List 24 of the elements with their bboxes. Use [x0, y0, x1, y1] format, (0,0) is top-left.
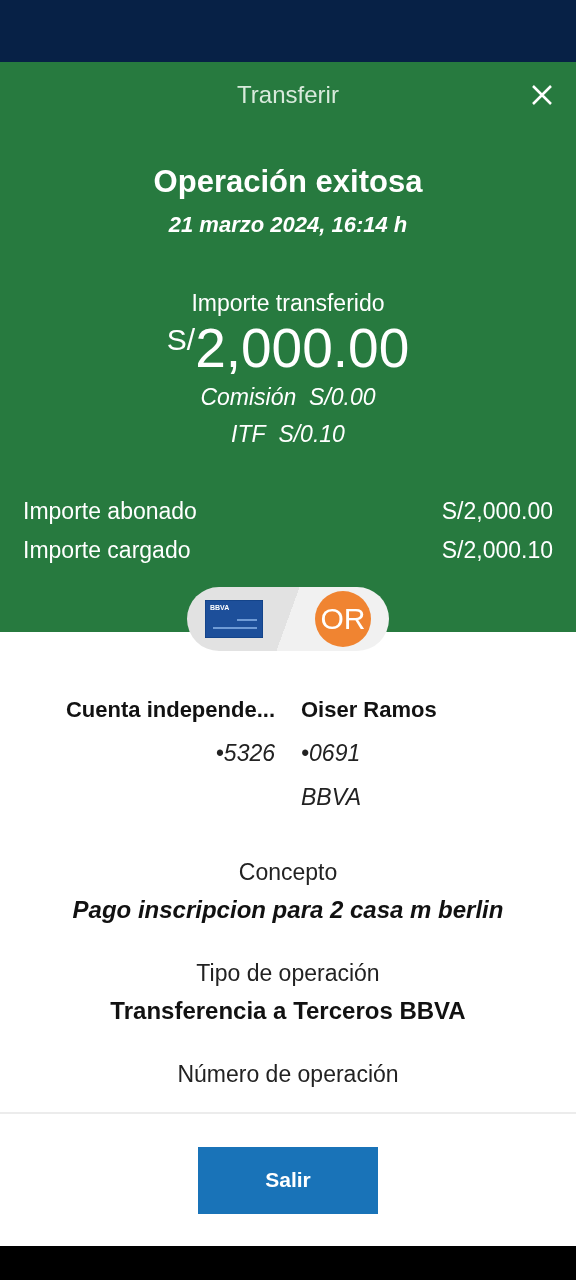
total-value: S/2,000.10: [441, 537, 553, 564]
success-heading: Operación exitosa: [153, 164, 423, 200]
detail-label: Número de operación: [177, 1061, 399, 1088]
amount-value: 2,000.00: [195, 321, 410, 376]
currency-symbol: S/: [166, 325, 196, 355]
total-label: Importe abonado: [23, 498, 197, 525]
fee-text: Comisión S/0.00: [200, 384, 376, 411]
detail-value: Pago inscripcion para 2 casa m berlin: [72, 896, 504, 924]
detail-label: Concepto: [238, 859, 338, 886]
total-label: Importe cargado: [23, 537, 191, 564]
total-value: S/2,000.00: [441, 498, 553, 525]
operation-date: 21 marzo 2024, 16:14 h: [168, 212, 408, 238]
recipient-bank: BBVA: [301, 784, 362, 811]
fee-text: ITF S/0.10: [231, 421, 345, 448]
contact-avatar: OR: [315, 591, 371, 647]
recipient-account-number: •0691: [301, 740, 361, 767]
screen-title: Transferir: [237, 81, 339, 109]
origin-account-name: Cuenta independe...: [65, 697, 275, 723]
origin-account-number: •5326: [215, 740, 275, 767]
detail-value: Transferencia a Terceros BBVA: [110, 997, 466, 1025]
detail-label: Tipo de operación: [196, 960, 380, 987]
amount-label: Importe transferido: [191, 290, 385, 317]
exit-button[interactable]: Salir: [198, 1146, 378, 1214]
recipient-name: Oiser Ramos: [301, 697, 437, 723]
